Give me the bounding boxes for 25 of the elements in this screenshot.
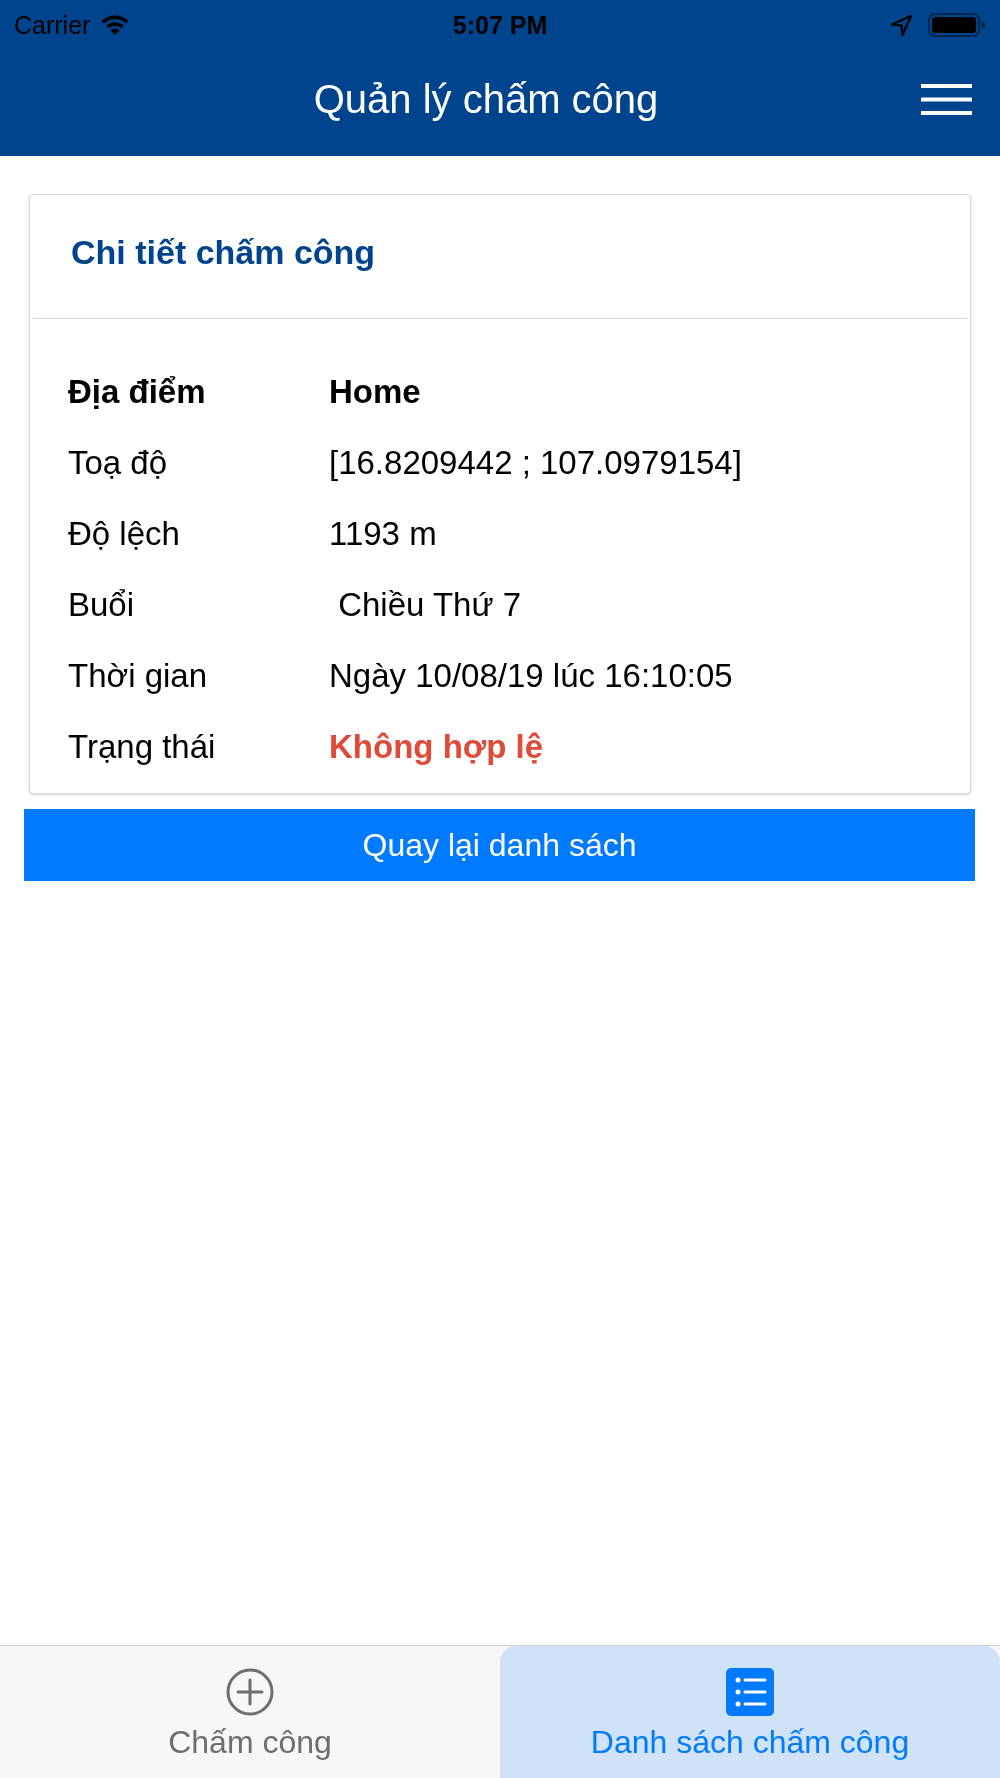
battery-icon: [928, 13, 986, 37]
plus-circle-icon: [226, 1668, 274, 1716]
field-label: Toạ độ: [68, 442, 169, 483]
card-title: Chi tiết chấm công: [71, 232, 376, 274]
field-value: Home: [329, 371, 421, 412]
field-label: Buổi: [68, 584, 136, 625]
tab[interactable]: Danh sách chấm công: [500, 1646, 1000, 1778]
app-title: Quản lý chấm công: [313, 76, 659, 123]
field-label: Thời gian: [68, 655, 209, 696]
location-arrow-icon: [891, 14, 912, 36]
status-value: Không hợp lệ: [329, 726, 544, 767]
field-label: Độ lệch: [68, 513, 181, 554]
status-time: 5:07 PM: [452, 12, 548, 38]
carrier-name: Carrier: [14, 12, 91, 38]
field-value: Ngày 10/08/19 lúc 16:10:05: [329, 655, 733, 696]
menu-icon[interactable]: [921, 83, 972, 115]
field-label: Trạng thái: [68, 726, 217, 767]
field-value: 1193 m: [329, 513, 437, 554]
field-label: Địa điểm: [68, 371, 207, 412]
field-value: [16.8209442 ; 107.0979154]: [329, 442, 742, 483]
list-icon: [726, 1668, 774, 1716]
tab[interactable]: Chấm công: [0, 1646, 500, 1778]
wifi-icon: [100, 14, 131, 36]
back-to-list-button[interactable]: Quay lại danh sách: [24, 809, 975, 881]
field-value: Chiều Thứ 7: [337, 584, 522, 625]
